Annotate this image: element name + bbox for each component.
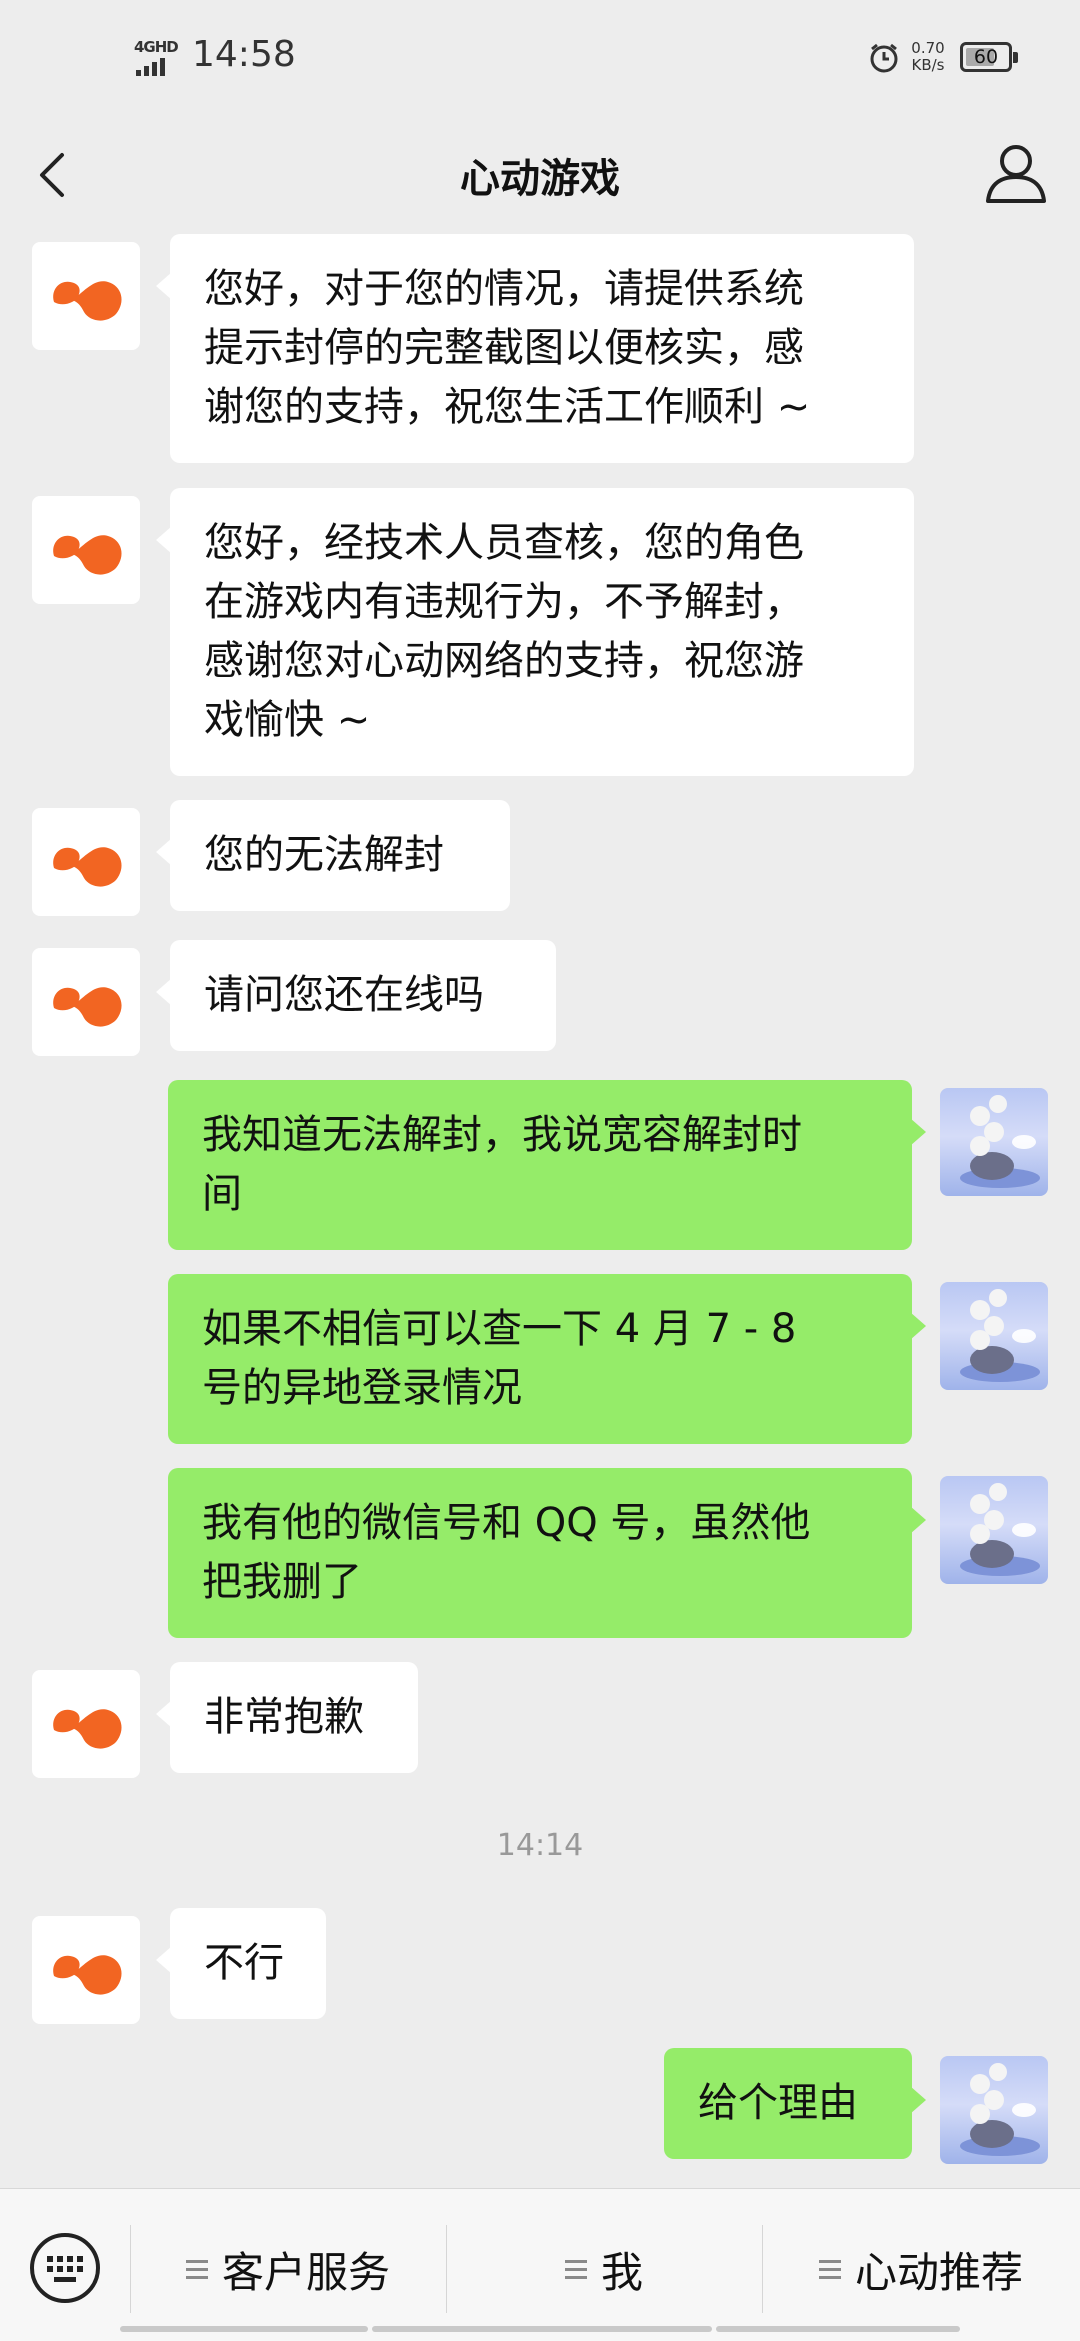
xd-logo-icon bbox=[53, 1955, 122, 1995]
user-avatar[interactable] bbox=[940, 1476, 1048, 1584]
sent-message-bubble[interactable]: 给个理由 bbox=[664, 2048, 926, 2159]
battery-level: 60 bbox=[973, 46, 999, 68]
user-avatar[interactable] bbox=[940, 2056, 1048, 2164]
sent-message-bubble[interactable]: 我知道无法解封，我说宽容解封时间 bbox=[168, 1080, 926, 1250]
profile-button[interactable] bbox=[974, 135, 1054, 215]
user-avatar[interactable] bbox=[940, 1088, 1048, 1196]
menu-label: 客户服务 bbox=[221, 2247, 390, 2297]
menu-xd-recommend[interactable]: 心动推荐 bbox=[762, 2229, 1080, 2309]
gesture-bar bbox=[716, 2326, 960, 2332]
seal-sticker-avatar-icon bbox=[960, 1095, 1040, 1188]
message-text-line: 间 bbox=[202, 1171, 242, 1217]
alarm-icon bbox=[870, 43, 898, 73]
xd-avatar[interactable] bbox=[32, 808, 140, 916]
received-message-bubble[interactable]: 您好，对于您的情况，请提供系统 提示封停的完整截图以便核实，感 谢您的支持，祝您生活… bbox=[156, 234, 914, 463]
message-text-line: 如果不相信可以查一下 4 月 7 - 8 bbox=[202, 1306, 797, 1352]
message-text-line: 我有他的微信号和 QQ 号，虽然他 bbox=[202, 1500, 811, 1546]
user-avatar[interactable] bbox=[940, 1282, 1048, 1390]
message-text-line: 感谢您对心动网络的支持，祝您游 bbox=[204, 638, 804, 684]
sent-message-bubble[interactable]: 如果不相信可以查一下 4 月 7 - 8 号的异地登录情况 bbox=[168, 1274, 926, 1444]
status-bar: 4GHD 14:58 0.70 KB/s 60 bbox=[0, 0, 1080, 120]
network-type: 4GHD bbox=[134, 38, 179, 56]
menu-label: 心动推荐 bbox=[854, 2247, 1023, 2297]
xd-avatar[interactable] bbox=[32, 1670, 140, 1778]
menu-label: 我 bbox=[600, 2247, 643, 2297]
received-message-bubble[interactable]: 您好，经技术人员查核，您的角色 在游戏内有违规行为，不予解封， 感谢您对心动网络的支… bbox=[156, 488, 914, 776]
xd-logo-icon bbox=[53, 1709, 122, 1749]
menu-lines-icon bbox=[185, 2255, 208, 2284]
message-text-line: 谢您的支持，祝您生活工作顺利 ~ bbox=[204, 384, 811, 430]
gesture-bar bbox=[120, 2326, 368, 2332]
bottom-menu-bar: 客户服务 我 心动推荐 bbox=[0, 2188, 1080, 2341]
xd-logo-icon bbox=[53, 987, 122, 1027]
message-text-line: 我知道无法解封，我说宽容解封时 bbox=[202, 1112, 802, 1158]
xd-avatar[interactable] bbox=[32, 1916, 140, 2024]
seal-sticker-avatar-icon bbox=[960, 2063, 1040, 2156]
cellular-signal-icon: 4GHD bbox=[134, 38, 186, 78]
received-message-bubble[interactable]: 非常抱歉 bbox=[156, 1662, 418, 1773]
message-text-line: 提示封停的完整截图以便核实，感 bbox=[204, 325, 804, 371]
received-message-bubble[interactable]: 不行 bbox=[156, 1908, 326, 2019]
page-title: 心动游戏 bbox=[460, 156, 620, 202]
received-message-bubble[interactable]: 请问您还在线吗 bbox=[156, 940, 556, 1051]
message-text-line: 把我删了 bbox=[202, 1559, 362, 1605]
xd-logo-icon bbox=[53, 535, 122, 575]
person-icon bbox=[986, 145, 1046, 203]
menu-lines-icon bbox=[564, 2255, 587, 2284]
message-list[interactable]: 14:14 您好，对于您的情况，请提供系统 提示封停的完整截图以便核实，感 谢您的支… bbox=[0, 230, 1080, 2188]
message-text-line: 给个理由 bbox=[698, 2080, 858, 2126]
message-text-line: 您的无法解封 bbox=[204, 832, 444, 878]
chat-header: 心动游戏 bbox=[0, 120, 1080, 230]
status-time: 14:58 bbox=[192, 34, 296, 75]
received-message-bubble[interactable]: 您的无法解封 bbox=[156, 800, 510, 911]
battery-icon: 60 bbox=[960, 42, 1018, 72]
menu-customer-service[interactable]: 客户服务 bbox=[130, 2229, 446, 2309]
xd-logo-icon bbox=[53, 847, 122, 887]
message-text-line: 在游戏内有违规行为，不予解封， bbox=[204, 579, 804, 625]
message-text-line: 戏愉快 ~ bbox=[204, 697, 371, 743]
message-text-line: 请问您还在线吗 bbox=[204, 972, 484, 1018]
keyboard-icon bbox=[30, 2233, 100, 2303]
seal-sticker-avatar-icon bbox=[960, 1483, 1040, 1576]
keyboard-toggle-button[interactable] bbox=[28, 2231, 102, 2305]
menu-me[interactable]: 我 bbox=[446, 2229, 762, 2309]
gesture-bar bbox=[372, 2326, 712, 2332]
message-timestamp: 14:14 bbox=[496, 1828, 584, 1863]
message-text-line: 您好，经技术人员查核，您的角色 bbox=[204, 520, 804, 566]
sent-message-bubble[interactable]: 我有他的微信号和 QQ 号，虽然他 把我删了 bbox=[168, 1468, 926, 1638]
seal-sticker-avatar-icon bbox=[960, 1289, 1040, 1382]
xd-avatar[interactable] bbox=[32, 496, 140, 604]
menu-lines-icon bbox=[818, 2255, 841, 2284]
xd-logo-icon bbox=[53, 281, 122, 321]
message-text-line: 您好，对于您的情况，请提供系统 bbox=[204, 266, 804, 312]
message-text-line: 号的异地登录情况 bbox=[202, 1365, 522, 1411]
network-speed: 0.70 KB/s bbox=[911, 39, 945, 74]
xd-avatar[interactable] bbox=[32, 242, 140, 350]
message-text-line: 不行 bbox=[204, 1940, 284, 1986]
message-text-line: 非常抱歉 bbox=[204, 1694, 364, 1740]
xd-avatar[interactable] bbox=[32, 948, 140, 1056]
